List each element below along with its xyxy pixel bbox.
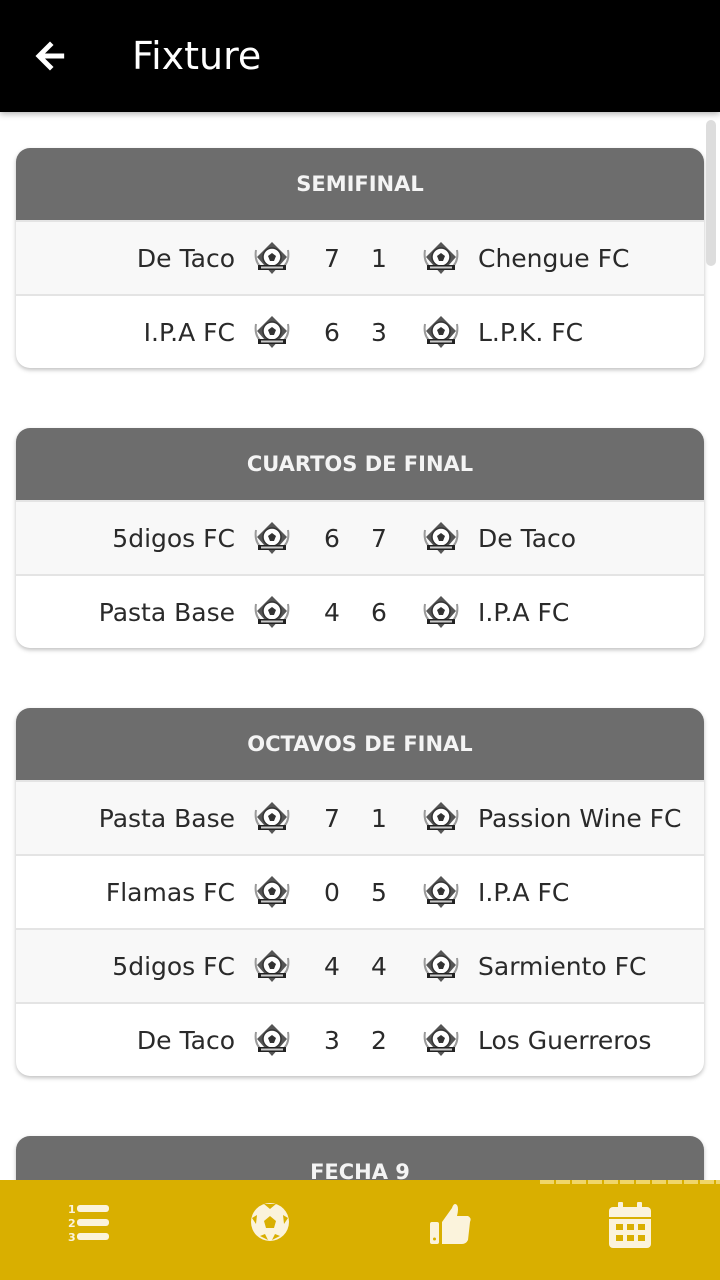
- ranking-list-icon: 123: [68, 1203, 109, 1242]
- team-crest-icon: [423, 1024, 459, 1056]
- nav-matches[interactable]: [180, 1180, 360, 1280]
- home-score: 0: [324, 877, 340, 907]
- page-title: Fixture: [132, 34, 262, 78]
- back-button[interactable]: [0, 0, 100, 112]
- team-crest-icon: [423, 522, 459, 554]
- away-team: De Taco: [478, 523, 577, 553]
- away-score: 7: [371, 523, 387, 553]
- home-team: 5digos FC: [112, 951, 235, 981]
- away-team: Chengue FC: [478, 243, 630, 273]
- home-team: 5digos FC: [112, 523, 235, 553]
- match-row[interactable]: I.P.A FC 6 3 L.P.K. FC: [16, 294, 704, 368]
- app-bar: Fixture: [0, 0, 720, 112]
- home-team: Pasta Base: [98, 803, 235, 833]
- away-team: Los Guerreros: [478, 1025, 652, 1055]
- home-team: De Taco: [136, 243, 235, 273]
- team-crest-icon: [254, 1024, 290, 1056]
- match-row[interactable]: Pasta Base 7 1 Passion Wine FC: [16, 780, 704, 854]
- home-score: 7: [324, 243, 340, 273]
- round-title: FECHA 9: [16, 1136, 704, 1180]
- match-row[interactable]: 5digos FC 4 4 Sarmiento FC: [16, 928, 704, 1002]
- round-section: FECHA 9: [16, 1136, 704, 1180]
- team-crest-icon: [254, 802, 290, 834]
- round-section: OCTAVOS DE FINAL Pasta Base 7 1 Passion …: [16, 708, 704, 1076]
- home-score: 7: [324, 803, 340, 833]
- home-team: I.P.A FC: [143, 317, 235, 347]
- scrollbar[interactable]: [706, 120, 716, 266]
- home-score: 6: [324, 523, 340, 553]
- team-crest-icon: [423, 316, 459, 348]
- team-crest-icon: [423, 876, 459, 908]
- team-crest-icon: [423, 950, 459, 982]
- round-section: SEMIFINAL De Taco 7 1 Chengue FC I.P.A F…: [16, 148, 704, 368]
- away-score: 4: [371, 951, 387, 981]
- match-row[interactable]: De Taco 7 1 Chengue FC: [16, 220, 704, 294]
- away-score: 5: [371, 877, 387, 907]
- round-title: CUARTOS DE FINAL: [16, 428, 704, 500]
- round-title: OCTAVOS DE FINAL: [16, 708, 704, 780]
- away-score: 3: [371, 317, 387, 347]
- round-section: CUARTOS DE FINAL 5digos FC 6 7 De Taco P…: [16, 428, 704, 648]
- home-score: 3: [324, 1025, 340, 1055]
- team-crest-icon: [254, 242, 290, 274]
- svg-text:1: 1: [68, 1203, 76, 1216]
- bottom-nav: 123: [0, 1180, 720, 1280]
- away-score: 6: [371, 597, 387, 627]
- match-row[interactable]: 5digos FC 6 7 De Taco: [16, 500, 704, 574]
- away-team: Passion Wine FC: [478, 803, 682, 833]
- fixture-list[interactable]: SEMIFINAL De Taco 7 1 Chengue FC I.P.A F…: [0, 112, 720, 1180]
- match-row[interactable]: Flamas FC 0 5 I.P.A FC: [16, 854, 704, 928]
- nav-favorites[interactable]: [360, 1180, 540, 1280]
- team-crest-icon: [254, 596, 290, 628]
- round-title: SEMIFINAL: [16, 148, 704, 220]
- calendar-icon: [609, 1202, 651, 1248]
- match-row[interactable]: Pasta Base 4 6 I.P.A FC: [16, 574, 704, 648]
- team-crest-icon: [254, 950, 290, 982]
- away-team: Sarmiento FC: [478, 951, 647, 981]
- nav-standings[interactable]: 123: [0, 1180, 180, 1280]
- team-crest-icon: [254, 876, 290, 908]
- svg-text:3: 3: [68, 1231, 76, 1242]
- team-crest-icon: [254, 522, 290, 554]
- home-team: Pasta Base: [98, 597, 235, 627]
- svg-text:2: 2: [68, 1217, 76, 1230]
- away-team: L.P.K. FC: [478, 317, 584, 347]
- thumbs-up-icon: [430, 1204, 471, 1244]
- nav-fixture[interactable]: [540, 1180, 720, 1280]
- home-score: 6: [324, 317, 340, 347]
- away-team: I.P.A FC: [478, 877, 570, 907]
- soccer-ball-icon: [251, 1203, 289, 1241]
- arrow-left-icon: [35, 41, 65, 71]
- team-crest-icon: [423, 242, 459, 274]
- home-team: De Taco: [136, 1025, 235, 1055]
- away-team: I.P.A FC: [478, 597, 570, 627]
- away-score: 1: [371, 243, 387, 273]
- home-score: 4: [324, 951, 340, 981]
- match-row[interactable]: De Taco 3 2 Los Guerreros: [16, 1002, 704, 1076]
- home-score: 4: [324, 597, 340, 627]
- away-score: 2: [371, 1025, 387, 1055]
- team-crest-icon: [254, 316, 290, 348]
- team-crest-icon: [423, 802, 459, 834]
- home-team: Flamas FC: [105, 877, 235, 907]
- team-crest-icon: [423, 596, 459, 628]
- away-score: 1: [371, 803, 387, 833]
